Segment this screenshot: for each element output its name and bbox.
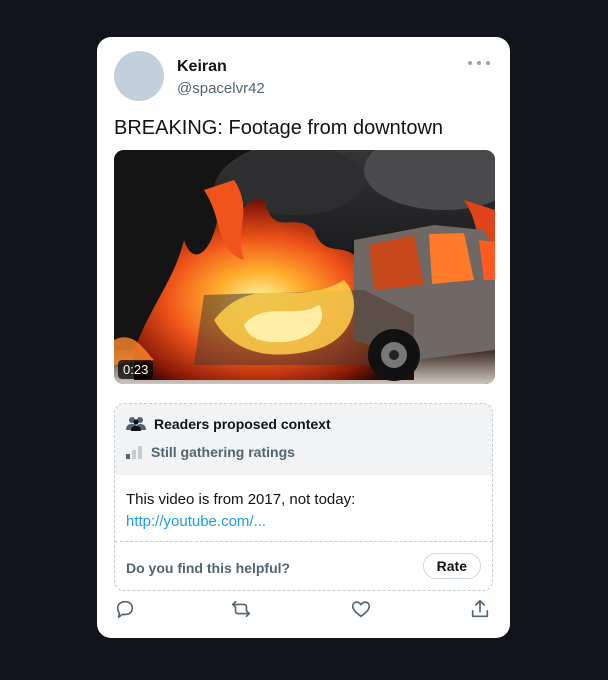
avatar[interactable] — [114, 51, 164, 101]
note-header: Readers proposed context Still gathering… — [115, 404, 492, 475]
community-note: Readers proposed context Still gathering… — [114, 403, 493, 591]
retweet-icon[interactable] — [230, 598, 252, 620]
note-title: Readers proposed context — [154, 416, 331, 432]
action-bar — [114, 598, 495, 622]
tweet-card: Keiran @spacelvr42 BREAKING: Footage fro… — [97, 37, 510, 638]
reply-icon[interactable] — [114, 598, 136, 620]
note-title-row: Readers proposed context — [126, 416, 331, 432]
rate-button[interactable]: Rate — [422, 553, 481, 579]
note-status-row: Still gathering ratings — [126, 444, 295, 460]
people-icon — [126, 417, 146, 431]
burning-car-image — [114, 150, 495, 384]
note-body: This video is from 2017, not today: http… — [126, 489, 355, 533]
video-duration: 0:23 — [118, 360, 154, 379]
tweet-text: BREAKING: Footage from downtown — [114, 117, 444, 139]
note-text: This video is from 2017, not today: — [126, 491, 356, 508]
share-icon[interactable] — [469, 598, 491, 620]
more-options-icon[interactable] — [468, 55, 490, 71]
video-player[interactable]: 0:23 — [114, 150, 495, 384]
author-name[interactable]: Keiran — [177, 58, 227, 76]
note-divider — [115, 541, 492, 542]
helpful-prompt: Do you find this helpful? — [126, 560, 291, 576]
rating-bars-icon — [126, 445, 142, 459]
note-link[interactable]: http://youtube.com/... — [126, 511, 355, 533]
note-status: Still gathering ratings — [151, 444, 295, 460]
author-handle[interactable]: @spacelvr42 — [177, 80, 265, 97]
like-icon[interactable] — [350, 598, 372, 620]
